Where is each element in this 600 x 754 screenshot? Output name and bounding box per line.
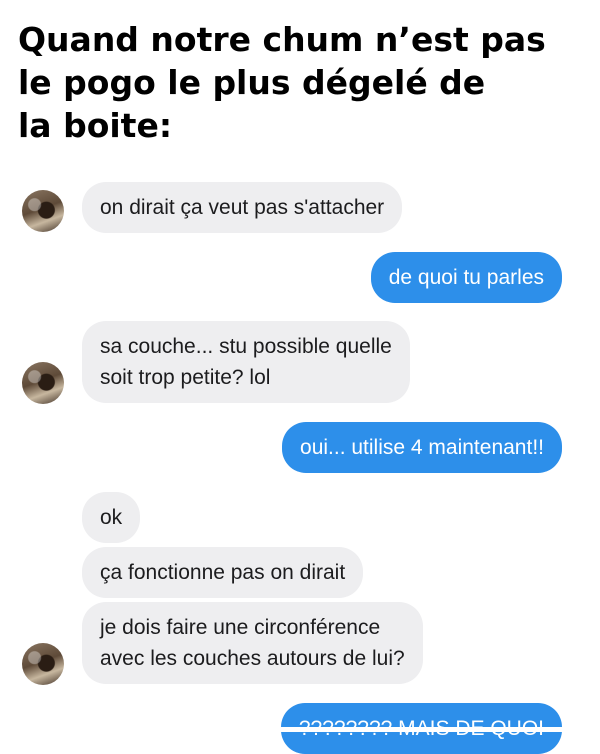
caption-line-3: la boite: <box>18 106 173 145</box>
caption-line-2: le pogo le plus dégelé de <box>18 63 486 102</box>
contact-avatar-icon[interactable] <box>22 643 64 685</box>
incoming-message-bubble[interactable]: je dois faire une circonférence avec les… <box>82 602 423 684</box>
message-text: ok <box>100 506 123 529</box>
message-text-line: sa couche... stu possible quelle <box>100 335 392 358</box>
outgoing-message-bubble[interactable]: oui... utilise 4 maintenant!! <box>282 422 562 473</box>
message-text: on dirait ça veut pas s'attacher <box>100 196 385 219</box>
outgoing-message-bubble[interactable]: de quoi tu parles <box>370 252 562 303</box>
message-text: ça fonctionne pas on dirait <box>100 561 346 584</box>
caption-line-1: Quand notre chum n’est pas <box>18 20 546 59</box>
message-text: de quoi tu parles <box>388 266 544 289</box>
message-text-line: soit trop petite? lol <box>100 366 271 389</box>
message-text: oui... utilise 4 maintenant!! <box>300 436 544 459</box>
incoming-message-bubble[interactable]: sa couche... stu possible quelle soit tr… <box>82 321 410 403</box>
contact-avatar-icon[interactable] <box>22 362 64 404</box>
incoming-message-bubble[interactable]: on dirait ça veut pas s'attacher <box>82 182 403 233</box>
incoming-message-bubble[interactable]: ok <box>82 492 141 543</box>
message-text-line: je dois faire une circonférence <box>100 616 381 639</box>
image-crop-edge <box>0 727 600 732</box>
meme-caption: Quand notre chum n’est pas le pogo le pl… <box>18 18 588 147</box>
incoming-message-bubble[interactable]: ça fonctionne pas on dirait <box>82 547 364 598</box>
message-text-line: avec les couches autours de lui? <box>100 647 405 670</box>
contact-avatar-icon[interactable] <box>22 190 64 232</box>
